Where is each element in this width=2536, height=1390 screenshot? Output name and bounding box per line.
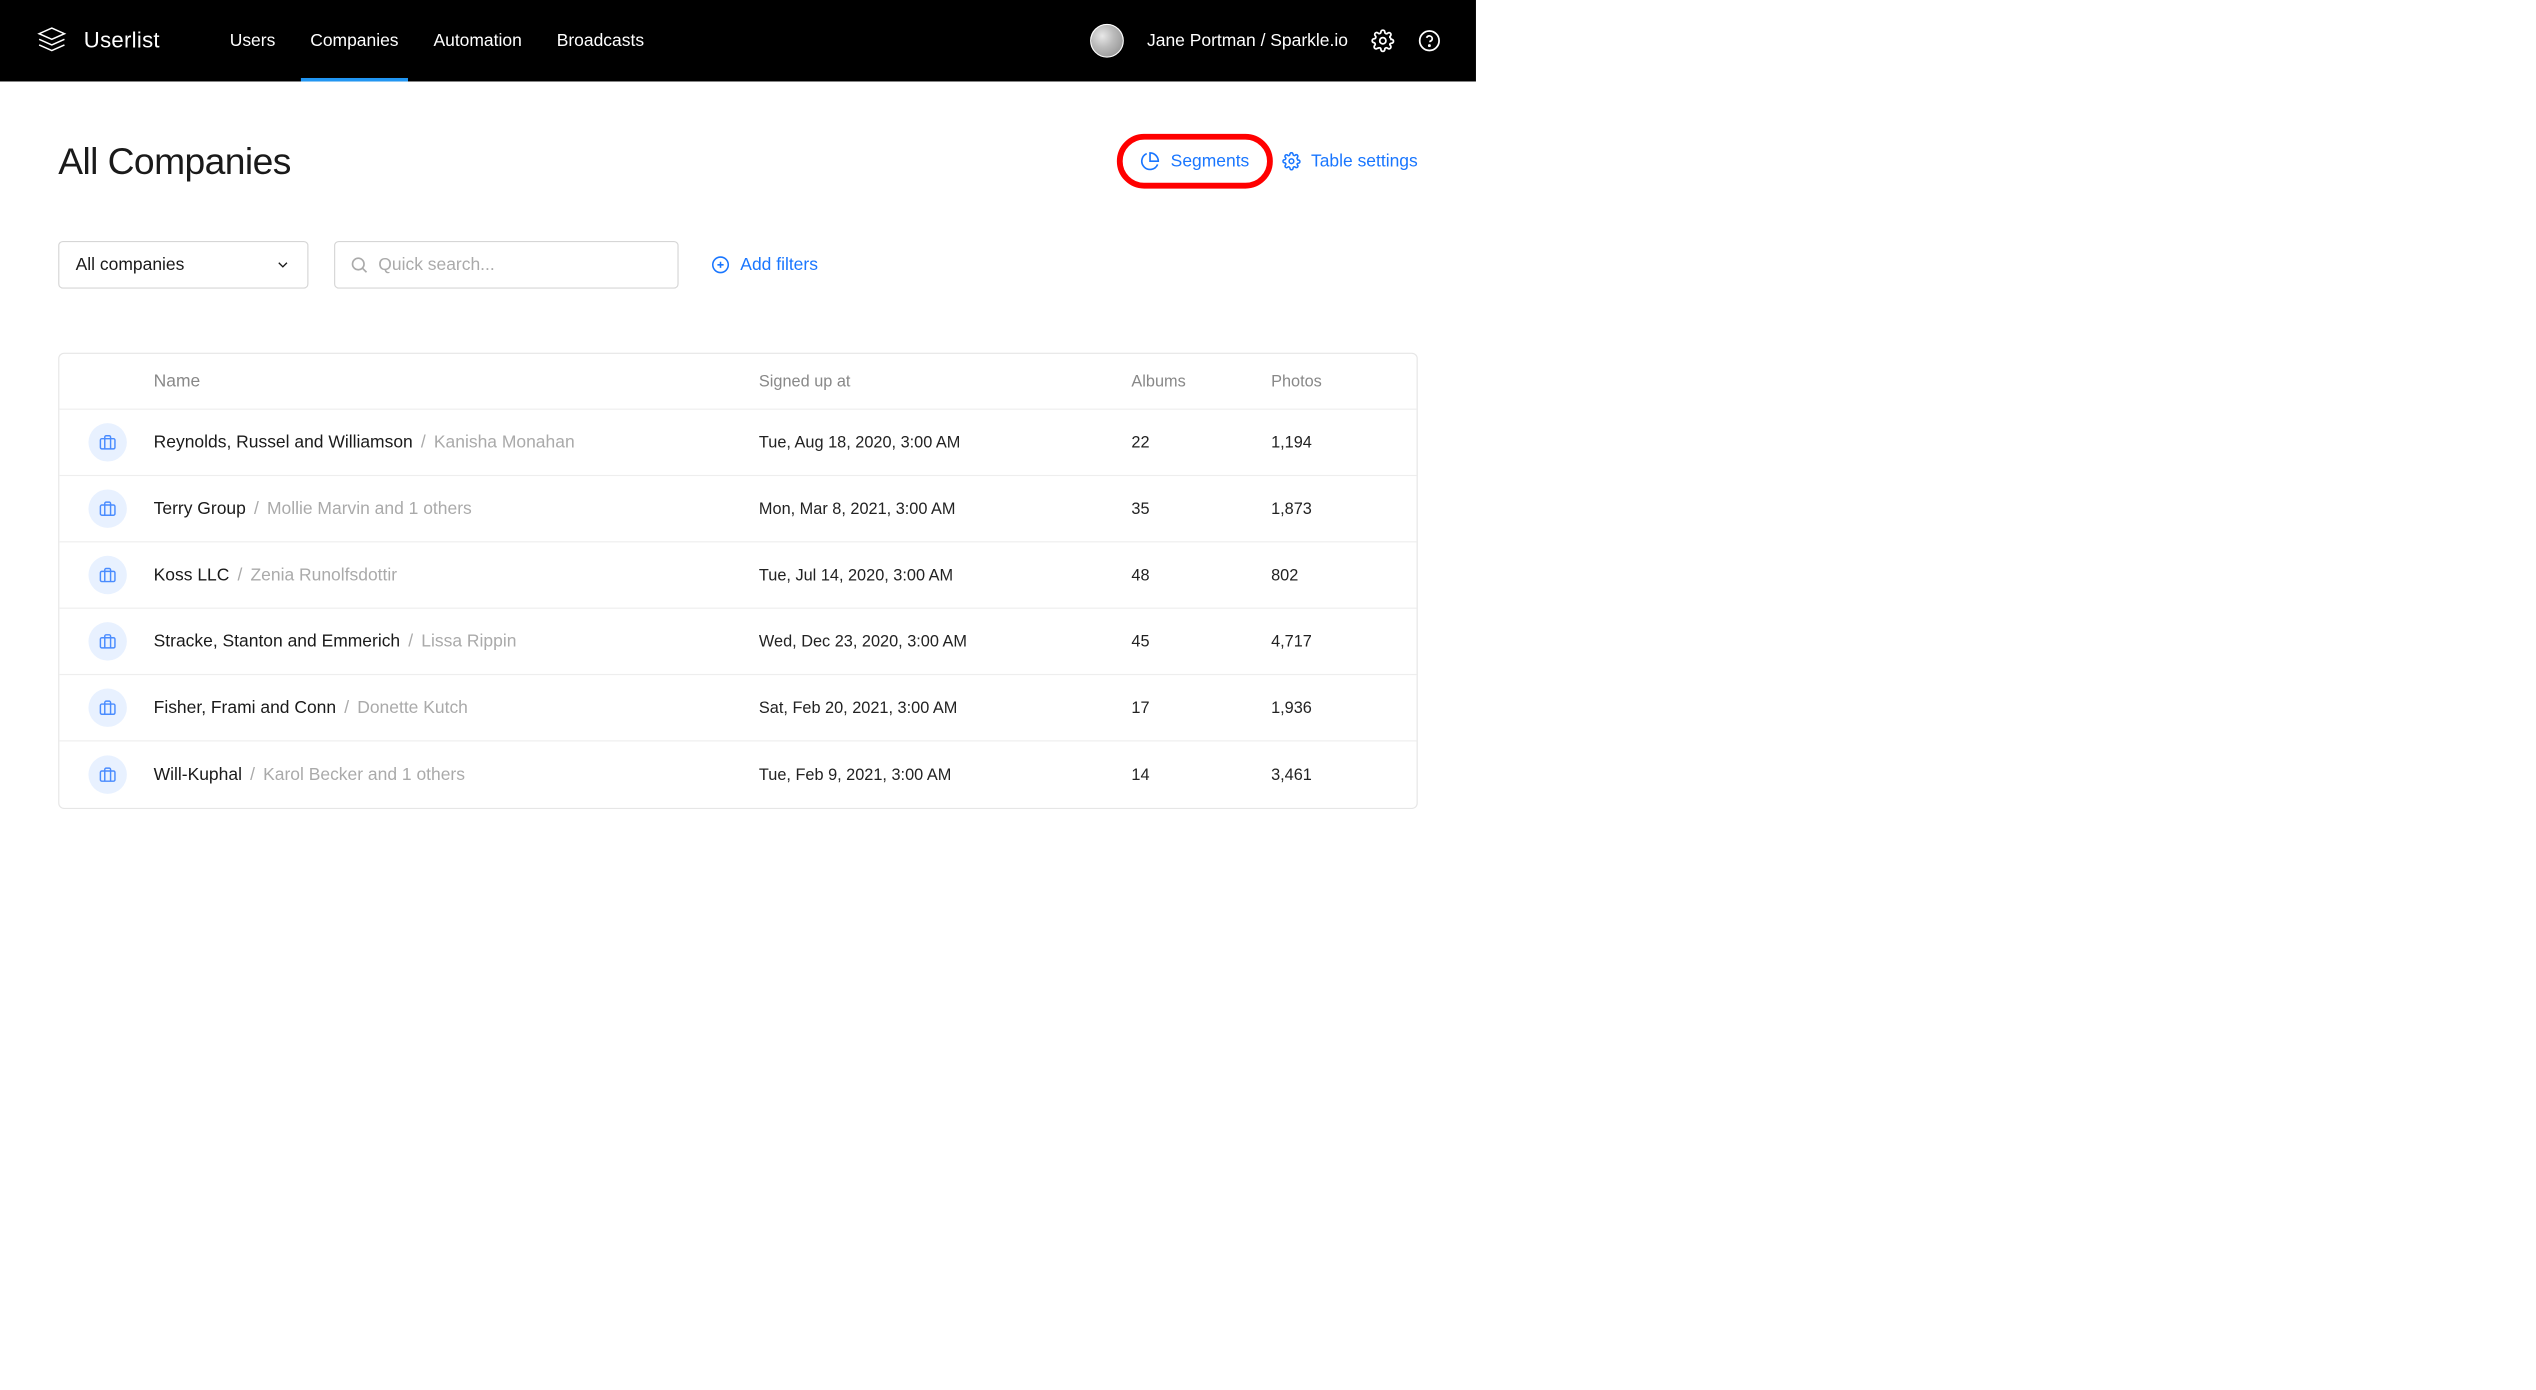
- segments-label: Segments: [1171, 151, 1250, 171]
- companies-table: Name Signed up at Albums Photos Reynolds…: [58, 353, 1418, 809]
- separator: /: [254, 499, 259, 519]
- table-row[interactable]: Terry Group / Mollie Marvin and 1 others…: [59, 476, 1416, 542]
- page-actions: Segments Table settings: [1140, 151, 1417, 171]
- table-settings-button[interactable]: Table settings: [1282, 151, 1418, 171]
- topbar-right: Jane Portman / Sparkle.io: [1090, 24, 1441, 58]
- cell-photos: 1,873: [1271, 499, 1387, 518]
- gear-icon: [1371, 29, 1394, 52]
- cell-photos: 4,717: [1271, 632, 1387, 651]
- topbar: Userlist Users Companies Automation Broa…: [0, 0, 1476, 81]
- col-header-albums[interactable]: Albums: [1131, 372, 1271, 391]
- table-row[interactable]: Will-Kuphal / Karol Becker and 1 others …: [59, 741, 1416, 807]
- table-row[interactable]: Fisher, Frami and Conn / Donette Kutch S…: [59, 675, 1416, 741]
- col-header-name[interactable]: Name: [154, 371, 759, 391]
- cell-photos: 1,194: [1271, 433, 1387, 452]
- cell-signed: Tue, Aug 18, 2020, 3:00 AM: [759, 433, 1131, 452]
- separator: /: [421, 432, 426, 452]
- segments-wrap: Segments: [1140, 151, 1249, 171]
- briefcase-icon: [99, 500, 116, 517]
- company-badge: [88, 489, 126, 527]
- cell-photos: 802: [1271, 566, 1387, 585]
- briefcase-icon: [99, 699, 116, 716]
- pie-chart-icon: [1140, 151, 1160, 171]
- briefcase-icon: [99, 633, 116, 650]
- gear-icon: [1282, 152, 1301, 171]
- company-name: Fisher, Frami and Conn: [154, 698, 336, 718]
- nav-companies[interactable]: Companies: [310, 0, 398, 81]
- table-row[interactable]: Reynolds, Russel and Williamson / Kanish…: [59, 410, 1416, 476]
- nav-users[interactable]: Users: [230, 0, 276, 81]
- plus-circle-icon: [711, 255, 730, 274]
- table-header-row: Name Signed up at Albums Photos: [59, 354, 1416, 410]
- company-name: Will-Kuphal: [154, 765, 242, 785]
- company-name: Terry Group: [154, 499, 246, 519]
- company-badge: [88, 755, 126, 793]
- briefcase-icon: [99, 434, 116, 451]
- cell-albums: 35: [1131, 499, 1271, 518]
- company-badge: [88, 689, 126, 727]
- segment-select[interactable]: All companies: [58, 241, 308, 289]
- logo-icon: [35, 24, 69, 58]
- company-name: Koss LLC: [154, 565, 230, 585]
- company-name: Stracke, Stanton and Emmerich: [154, 631, 400, 651]
- settings-button[interactable]: [1371, 29, 1394, 52]
- briefcase-icon: [99, 566, 116, 583]
- cell-photos: 3,461: [1271, 765, 1387, 784]
- cell-albums: 22: [1131, 433, 1271, 452]
- separator: /: [250, 765, 255, 785]
- company-contact: Zenia Runolfsdottir: [251, 565, 398, 585]
- brand-name: Userlist: [84, 28, 160, 53]
- col-header-photos[interactable]: Photos: [1271, 372, 1387, 391]
- company-name: Reynolds, Russel and Williamson: [154, 432, 413, 452]
- separator: /: [238, 565, 243, 585]
- search-icon: [349, 255, 369, 275]
- company-badge: [88, 423, 126, 461]
- help-button[interactable]: [1418, 29, 1441, 52]
- logo[interactable]: Userlist: [35, 24, 160, 58]
- cell-signed: Tue, Feb 9, 2021, 3:00 AM: [759, 765, 1131, 784]
- briefcase-icon: [99, 766, 116, 783]
- search-box[interactable]: [334, 241, 679, 289]
- avatar[interactable]: [1090, 24, 1124, 58]
- company-badge: [88, 556, 126, 594]
- add-filters-button[interactable]: Add filters: [711, 255, 818, 275]
- company-contact: Lissa Rippin: [421, 631, 516, 651]
- cell-albums: 48: [1131, 566, 1271, 585]
- col-header-signed[interactable]: Signed up at: [759, 372, 1131, 391]
- user-label[interactable]: Jane Portman / Sparkle.io: [1147, 31, 1348, 51]
- company-contact: Donette Kutch: [357, 698, 468, 718]
- cell-signed: Tue, Jul 14, 2020, 3:00 AM: [759, 566, 1131, 585]
- cell-albums: 14: [1131, 765, 1271, 784]
- search-input[interactable]: [378, 255, 663, 275]
- company-contact: Mollie Marvin and 1 others: [267, 499, 472, 519]
- add-filters-label: Add filters: [740, 255, 818, 275]
- separator: /: [344, 698, 349, 718]
- filters-row: All companies Add filters: [58, 241, 1418, 289]
- main: All Companies Segments Table settings: [0, 81, 1476, 809]
- cell-signed: Mon, Mar 8, 2021, 3:00 AM: [759, 499, 1131, 518]
- company-contact: Karol Becker and 1 others: [263, 765, 465, 785]
- cell-photos: 1,936: [1271, 698, 1387, 717]
- table-row[interactable]: Koss LLC / Zenia Runolfsdottir Tue, Jul …: [59, 542, 1416, 608]
- page-head: All Companies Segments Table settings: [58, 140, 1418, 183]
- cell-signed: Sat, Feb 20, 2021, 3:00 AM: [759, 698, 1131, 717]
- nav-automation[interactable]: Automation: [433, 0, 521, 81]
- separator: /: [408, 631, 413, 651]
- company-contact: Kanisha Monahan: [434, 432, 575, 452]
- nav-broadcasts[interactable]: Broadcasts: [557, 0, 644, 81]
- cell-albums: 45: [1131, 632, 1271, 651]
- page-title: All Companies: [58, 140, 291, 183]
- segment-select-value: All companies: [76, 255, 185, 275]
- cell-albums: 17: [1131, 698, 1271, 717]
- help-icon: [1418, 29, 1441, 52]
- main-nav: Users Companies Automation Broadcasts: [230, 0, 644, 81]
- table-row[interactable]: Stracke, Stanton and Emmerich / Lissa Ri…: [59, 609, 1416, 675]
- segments-button[interactable]: Segments: [1140, 151, 1249, 171]
- chevron-down-icon: [275, 257, 291, 273]
- table-settings-label: Table settings: [1311, 151, 1418, 171]
- company-badge: [88, 622, 126, 660]
- cell-signed: Wed, Dec 23, 2020, 3:00 AM: [759, 632, 1131, 651]
